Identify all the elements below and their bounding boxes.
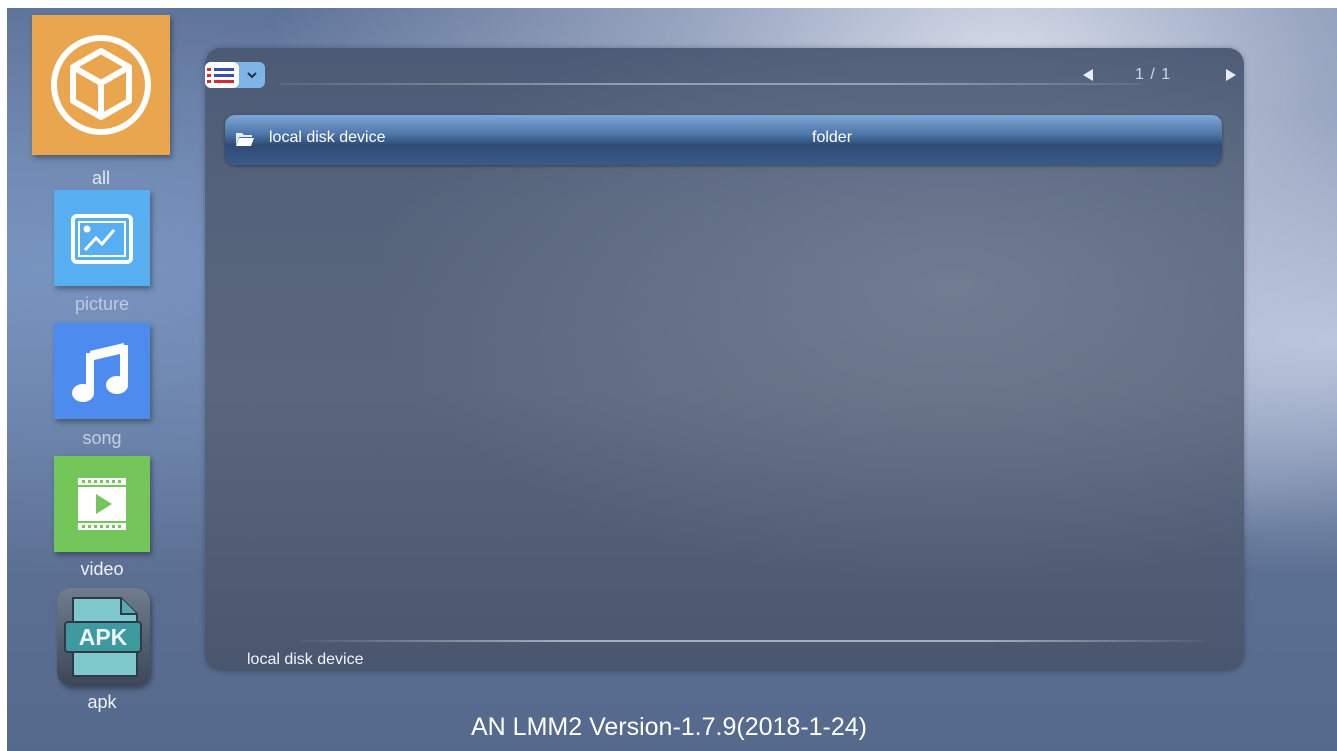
film-play-icon [78,478,126,530]
current-path: local disk device [247,651,364,668]
package-icon [51,35,151,135]
sidebar-tile-video [54,456,150,552]
apk-icon-text: APK [79,624,128,650]
chevron-down-icon [247,72,257,79]
sidebar-tile-picture [54,190,150,286]
file-row[interactable]: local disk device folder [225,115,1222,165]
sidebar-label-video: video [80,559,124,579]
list-view-icon [205,62,239,88]
top-divider [280,83,1140,85]
view-mode-dropdown[interactable] [205,62,265,88]
picture-icon [71,214,133,264]
screen: all picture song video APK apk 1 / 1 loc… [7,8,1337,751]
bottom-divider [300,640,1205,642]
apk-file-icon: APK [64,597,142,677]
sidebar-tile-all [32,15,170,155]
sidebar-tile-apk: APK [57,588,150,686]
sidebar-label-apk: apk [87,692,117,712]
file-type: folder [812,129,853,146]
triangle-left-icon[interactable] [1081,68,1095,82]
sidebar-label-picture: picture [74,294,130,314]
sidebar-label-all: all [91,168,110,188]
version-label: AN LMM2 Version-1.7.9(2018-1-24) [470,713,868,741]
sidebar-label-song: song [82,428,122,448]
page-indicator: 1 / 1 [1135,66,1172,83]
file-browser-panel: 1 / 1 local disk device folder local dis… [205,48,1244,671]
music-note-icon [72,343,128,402]
triangle-right-icon[interactable] [1224,68,1238,82]
folder-icon [236,133,254,146]
file-name: local disk device [269,129,386,146]
sidebar-tile-song [54,323,150,419]
